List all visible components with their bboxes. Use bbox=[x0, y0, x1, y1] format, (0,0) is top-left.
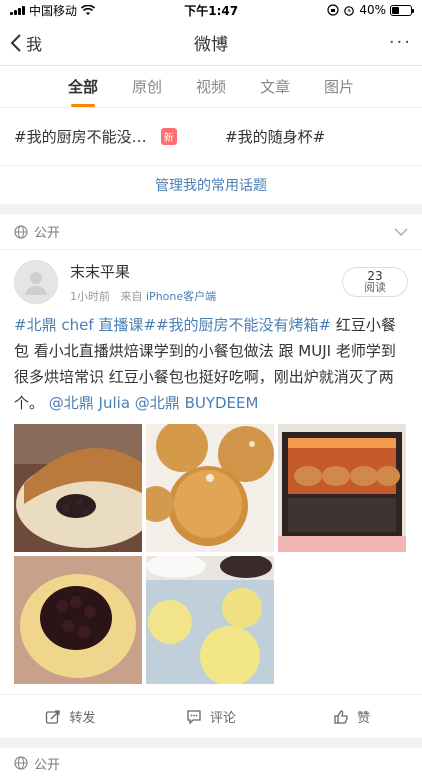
new-badge: 新 bbox=[160, 128, 177, 145]
photo-dough-balls[interactable] bbox=[146, 556, 274, 684]
mention-julia[interactable]: @北鼎 Julia bbox=[49, 394, 130, 412]
globe-icon bbox=[14, 756, 28, 770]
read-label: 阅读 bbox=[364, 281, 386, 294]
signal-icon bbox=[10, 5, 25, 15]
source-app[interactable]: iPhone客户端 bbox=[146, 290, 216, 303]
repost-icon bbox=[46, 709, 60, 724]
tab-video[interactable]: 视频 bbox=[196, 70, 226, 103]
repost-button[interactable]: 转发 bbox=[0, 707, 141, 726]
page-title: 微博 bbox=[194, 35, 228, 55]
repost-label: 转发 bbox=[69, 711, 96, 726]
tab-photos[interactable]: 图片 bbox=[324, 70, 354, 103]
back-label: 我 bbox=[26, 34, 43, 54]
like-label: 赞 bbox=[357, 711, 371, 726]
photo-oven[interactable] bbox=[278, 424, 406, 552]
topic-cup[interactable]: #我的随身杯# bbox=[211, 126, 422, 147]
avatar[interactable] bbox=[14, 260, 58, 304]
post-time: 1小时前 bbox=[70, 289, 110, 303]
chevron-down-icon bbox=[394, 228, 408, 236]
next-visibility-selector[interactable]: 公开 bbox=[0, 748, 422, 778]
comment-icon bbox=[187, 709, 201, 725]
photo-bun-cross-section[interactable] bbox=[14, 424, 142, 552]
thumbs-up-icon bbox=[334, 709, 348, 724]
tab-article[interactable]: 文章 bbox=[260, 70, 290, 103]
topic-shortcuts: #我的厨房不能没… 新 #我的随身杯# bbox=[0, 108, 422, 166]
post-card: 末末平果 1小时前 来自 iPhone客户端 23 阅读 #北鼎 chef 直播… bbox=[0, 250, 422, 738]
visibility-selector[interactable]: 公开 bbox=[0, 214, 422, 250]
manage-topics-link[interactable]: 管理我的常用话题 bbox=[0, 166, 422, 204]
hashtag-chef-class[interactable]: #北鼎 chef 直播课# bbox=[14, 316, 156, 334]
battery-icon bbox=[389, 4, 414, 16]
like-button[interactable]: 赞 bbox=[281, 707, 422, 726]
chevron-left-icon bbox=[10, 33, 21, 52]
comment-label: 评论 bbox=[210, 711, 237, 726]
battery-percent: 40% bbox=[359, 3, 386, 17]
post-text: #北鼎 chef 直播课##我的厨房不能没有烤箱# 红豆小餐包 看小北直播烘焙课… bbox=[0, 310, 422, 424]
mention-buydeem[interactable]: @北鼎 BUYDEEM bbox=[135, 394, 259, 412]
default-avatar-icon bbox=[25, 272, 47, 295]
tab-all[interactable]: 全部 bbox=[68, 70, 98, 103]
nav-bar: 我 微博 ··· bbox=[0, 20, 422, 66]
comment-button[interactable]: 评论 bbox=[141, 707, 282, 726]
topic-kitchen-label: #我的厨房不能没… bbox=[14, 128, 147, 146]
photo-grid bbox=[0, 424, 422, 684]
next-visibility-label: 公开 bbox=[34, 757, 61, 773]
orientation-lock-icon bbox=[327, 4, 339, 16]
photo-beans-dough[interactable] bbox=[14, 556, 142, 684]
hashtag-kitchen-oven[interactable]: #我的厨房不能没有烤箱# bbox=[156, 316, 331, 334]
topic-kitchen[interactable]: #我的厨房不能没… 新 bbox=[0, 126, 211, 147]
alarm-icon bbox=[344, 6, 355, 16]
status-bar: 中国移动 下午1:47 40% bbox=[0, 0, 422, 20]
source-prefix: 来自 bbox=[120, 289, 143, 303]
post-actions: 转发 评论 赞 bbox=[0, 694, 422, 738]
username[interactable]: 末末平果 bbox=[70, 261, 342, 282]
filter-tabs: 全部 原创 视频 文章 图片 bbox=[0, 66, 422, 108]
back-button[interactable]: 我 bbox=[10, 31, 42, 55]
read-count-badge[interactable]: 23 阅读 bbox=[342, 267, 408, 297]
more-button[interactable]: ··· bbox=[389, 32, 412, 53]
topic-cup-label: #我的随身杯# bbox=[225, 128, 326, 146]
photo-golden-buns[interactable] bbox=[146, 424, 274, 552]
tab-original[interactable]: 原创 bbox=[132, 70, 162, 103]
globe-icon bbox=[14, 224, 28, 239]
clock: 下午1:47 bbox=[184, 3, 239, 18]
visibility-label: 公开 bbox=[34, 226, 61, 241]
carrier: 中国移动 bbox=[29, 3, 78, 18]
wifi-icon bbox=[81, 4, 96, 15]
